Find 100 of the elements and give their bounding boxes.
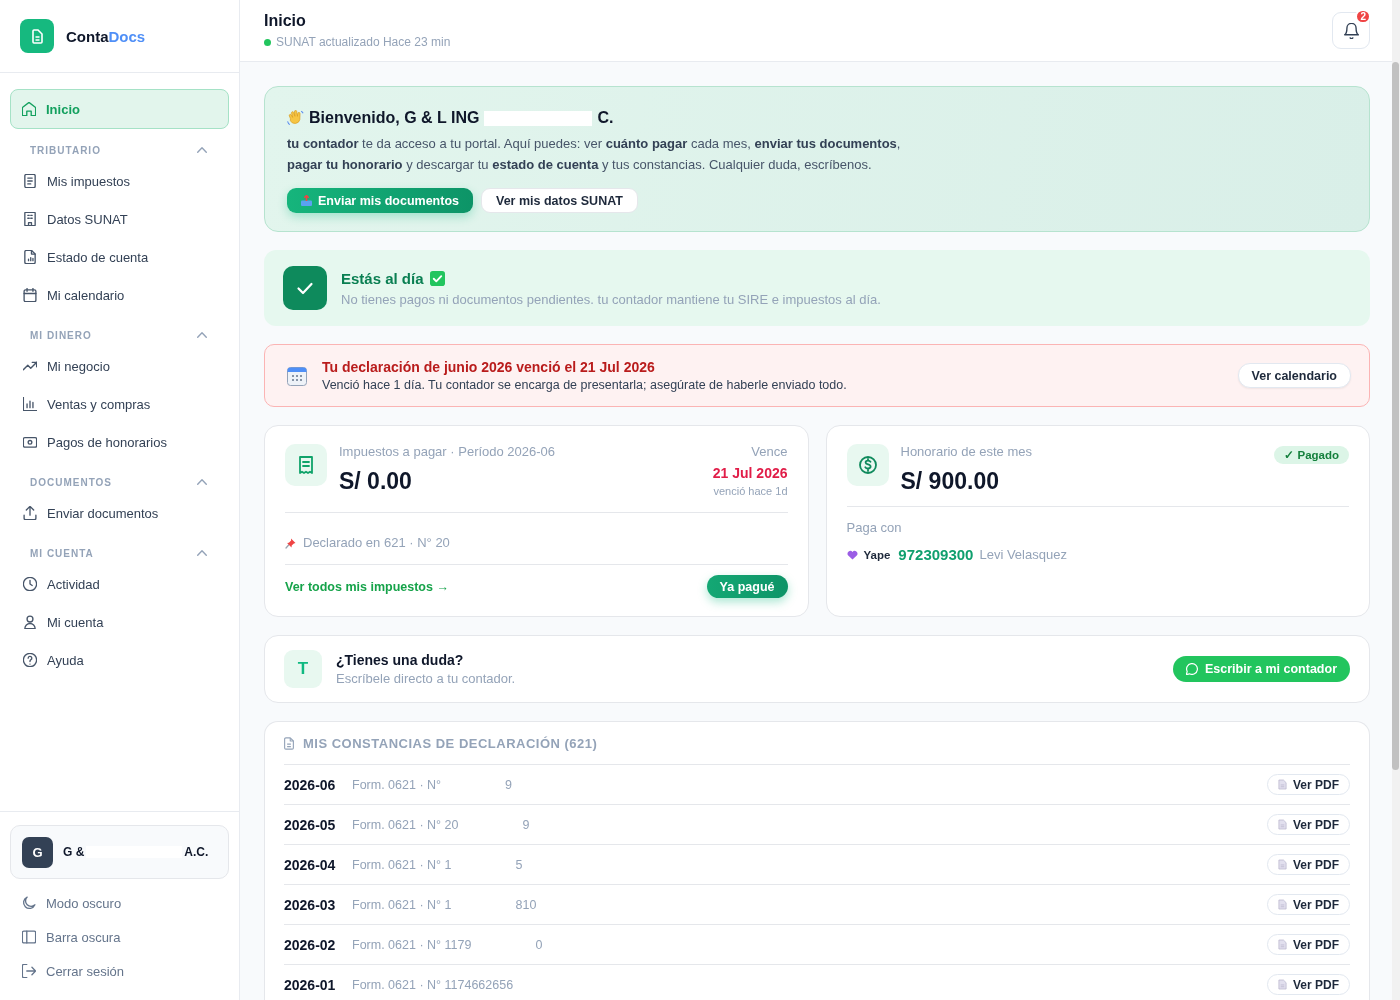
company-name-suffix: A.C. bbox=[184, 845, 209, 859]
document-icon bbox=[1277, 819, 1287, 830]
company-avatar: G bbox=[22, 836, 53, 868]
period-cell-text: 2026-01 bbox=[284, 976, 337, 993]
payment-method: Yape bbox=[863, 548, 891, 561]
form-number: Form. 0621 · N° 1 bbox=[352, 857, 452, 872]
bell-icon bbox=[1343, 22, 1359, 39]
chat-bubble-icon bbox=[1186, 663, 1198, 675]
welcome-title: Bienvenido, G & L ING bbox=[309, 109, 480, 127]
status-text: No tienes pagos ni documentos pendientes. tu contador mantiene tu SIRE e impuestos al día. bbox=[341, 291, 881, 307]
form-number-end: 5 bbox=[515, 857, 523, 872]
calendar-button[interactable]: Ver calendario bbox=[1237, 363, 1351, 388]
notifications-button[interactable]: 2 bbox=[1332, 12, 1370, 49]
form-number: Form. 0621 · N° 1174662656 bbox=[352, 977, 514, 992]
form-number: Form. 0621 · N° 20 bbox=[352, 817, 459, 832]
receipt-icon bbox=[23, 174, 37, 188]
period-cell-text: 2026-03 bbox=[284, 896, 337, 913]
sidebar-item[interactable]: Mi cuenta bbox=[10, 603, 229, 641]
chevron-icon bbox=[197, 332, 207, 338]
view-pdf-button[interactable]: Ver PDF bbox=[1266, 894, 1350, 915]
fee-amount: S/ 900.00 bbox=[900, 468, 1000, 494]
period-cell-text: 2026-06 bbox=[284, 776, 337, 793]
tax-label: Impuestos a pagar · Período 2026-06 bbox=[339, 444, 557, 460]
file-chart-icon bbox=[23, 250, 37, 264]
view-pdf-button[interactable]: Ver PDF bbox=[1266, 814, 1350, 835]
document-icon bbox=[284, 736, 294, 750]
period-cell-text: 2026-04 bbox=[284, 856, 337, 873]
sidebar-item[interactable]: Mi negocio bbox=[10, 347, 229, 385]
document-icon bbox=[1277, 979, 1287, 990]
heart-icon bbox=[846, 549, 858, 560]
tax-amount: S/ 0.00 bbox=[339, 468, 413, 494]
sidebar-item[interactable]: Estado de cuenta bbox=[10, 238, 229, 276]
sunat-data-button[interactable]: Ver mis datos SUNAT bbox=[481, 188, 638, 213]
period-cell-text: 2026-05 bbox=[284, 816, 337, 833]
page-title: Inicio bbox=[264, 12, 307, 30]
sidebar-item[interactable]: Datos SUNAT bbox=[10, 200, 229, 238]
chevron-icon bbox=[197, 147, 207, 153]
form-number: Form. 0621 · N° 1 bbox=[352, 897, 452, 912]
sidebar-item[interactable]: Actividad bbox=[10, 565, 229, 603]
sidebar-item[interactable]: Enviar documentos bbox=[10, 494, 229, 532]
form-number: Form. 0621 · N° bbox=[352, 777, 442, 792]
form-number-end: 810 bbox=[515, 897, 537, 912]
declarations-title: MIS CONSTANCIAS DE DECLARACIÓN (621) bbox=[303, 735, 598, 751]
sidebar-item[interactable]: Ventas y compras bbox=[10, 385, 229, 423]
paid-badge: ✓ Pagado bbox=[1274, 446, 1349, 464]
calendar-icon bbox=[23, 288, 37, 302]
building-icon bbox=[23, 212, 37, 226]
paid-button[interactable]: Ya pagué bbox=[706, 575, 788, 598]
sidebar-footer-item[interactable]: Barra oscura bbox=[10, 920, 229, 954]
period-cell-text: 2026-02 bbox=[284, 936, 337, 953]
sidebar-footer-item[interactable]: Cerrar sesión bbox=[10, 954, 229, 988]
upload-tray-icon bbox=[301, 195, 312, 206]
check-icon bbox=[283, 266, 327, 310]
welcome-text: tu contador te da acceso a tu portal. Aquí puedes: ver cuánto pagar cada mes, enviar tus documentos, pagar tu honorario y descargar tu estado de cuenta y tus constancias. Cualquier duda, escríbenos. bbox=[287, 135, 902, 174]
form-number-end: 9 bbox=[522, 817, 530, 832]
moon-icon bbox=[22, 896, 36, 910]
notification-badge: 2 bbox=[1355, 9, 1371, 24]
bar-chart-icon bbox=[23, 397, 37, 411]
payment-phone: 972309300 bbox=[898, 546, 974, 563]
help-text: Escríbele directo a tu contador. bbox=[336, 671, 516, 686]
document-icon bbox=[1277, 859, 1287, 870]
brand-name: ContaDocs bbox=[66, 27, 146, 45]
view-pdf-button[interactable]: Ver PDF bbox=[1266, 934, 1350, 955]
status-title: Estás al día bbox=[341, 269, 424, 287]
company-name: G & bbox=[63, 845, 85, 859]
alert-title: Tu declaración de junio 2026 venció el 21 Jul 2026 bbox=[322, 359, 656, 375]
document-icon bbox=[1277, 779, 1287, 790]
sidebar-item[interactable]: Ayuda bbox=[10, 641, 229, 679]
form-number-end: 0 bbox=[535, 937, 543, 952]
sidebar-panel-icon bbox=[22, 930, 36, 944]
view-pdf-button[interactable]: Ver PDF bbox=[1266, 974, 1350, 995]
logo-icon bbox=[20, 19, 54, 53]
document-icon bbox=[1277, 899, 1287, 910]
calendar-icon bbox=[287, 365, 307, 386]
sidebar-footer-item[interactable]: Modo oscuro bbox=[10, 886, 229, 920]
logout-icon bbox=[22, 964, 36, 978]
user-icon bbox=[23, 615, 37, 629]
chevron-icon bbox=[197, 479, 207, 485]
scrollbar-thumb[interactable] bbox=[1392, 62, 1399, 770]
pushpin-icon bbox=[285, 536, 297, 549]
fee-label: Honorario de este mes bbox=[900, 444, 1033, 460]
chevron-icon bbox=[197, 550, 207, 556]
receipt-icon bbox=[285, 444, 327, 486]
sidebar-item[interactable]: Pagos de honorarios bbox=[10, 423, 229, 461]
home-icon bbox=[22, 102, 36, 116]
sidebar-item[interactable]: Mi calendario bbox=[10, 276, 229, 314]
account-holder: Levi Velasquez bbox=[979, 547, 1067, 562]
welcome-title-suffix: C. bbox=[597, 109, 614, 127]
waving-hand-icon bbox=[287, 110, 304, 126]
company-card[interactable]: G G & A.C. bbox=[10, 825, 229, 879]
view-pdf-button[interactable]: Ver PDF bbox=[1266, 854, 1350, 875]
check-box-icon bbox=[429, 270, 445, 286]
form-number: Form. 0621 · N° 1179 bbox=[352, 937, 472, 952]
sidebar-item[interactable]: Mis impuestos bbox=[10, 162, 229, 200]
due-note: venció hace 1d bbox=[712, 485, 788, 497]
view-pdf-button[interactable]: Ver PDF bbox=[1266, 774, 1350, 795]
due-date: 21 Jul 2026 bbox=[712, 465, 788, 481]
alert-text: Venció hace 1 día. Tu contador se encarga de presentarla; asegúrate de haberle enviado todo. bbox=[322, 378, 847, 392]
help-icon bbox=[23, 653, 37, 667]
contact-avatar: T bbox=[284, 650, 322, 688]
